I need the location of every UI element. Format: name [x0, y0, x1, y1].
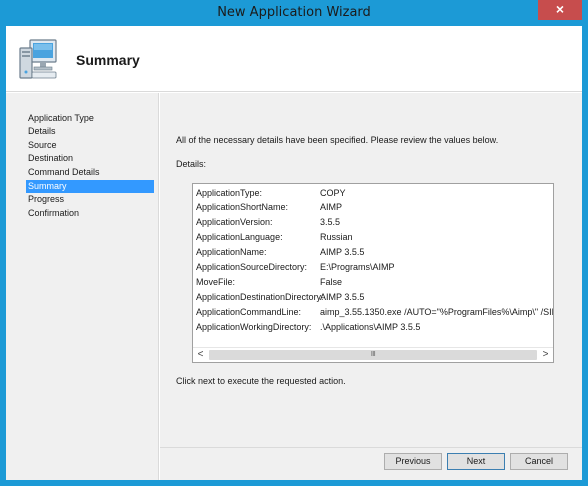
scroll-left-icon[interactable]: < — [193, 348, 208, 362]
detail-key: ApplicationShortName: — [196, 202, 289, 212]
wizard-steps: Application Type Details Source Destinat… — [6, 93, 159, 480]
detail-key: MoveFile: — [196, 277, 236, 287]
close-button[interactable]: × — [538, 0, 582, 20]
detail-value: E:\Programs\AIMP — [320, 262, 395, 272]
detail-key: ApplicationName: — [196, 247, 267, 257]
list-item: ApplicationName: AIMP 3.5.5 — [193, 245, 553, 259]
step-application-type[interactable]: Application Type — [26, 112, 154, 125]
computer-icon — [19, 39, 57, 79]
title-bar[interactable]: New Application Wizard × — [0, 0, 588, 26]
detail-value: AIMP — [320, 202, 343, 212]
next-button[interactable]: Next — [447, 453, 505, 470]
window-title: New Application Wizard — [217, 5, 371, 20]
detail-value: COPY — [320, 188, 346, 198]
horizontal-scrollbar[interactable]: < III > — [193, 347, 553, 362]
previous-button[interactable]: Previous — [384, 453, 442, 470]
detail-key: ApplicationType: — [196, 188, 263, 198]
step-command-details[interactable]: Command Details — [26, 166, 154, 179]
step-destination[interactable]: Destination — [26, 152, 154, 165]
detail-key: ApplicationDestinationDirectory: — [196, 292, 324, 302]
step-details[interactable]: Details — [26, 125, 154, 138]
content-panel: All of the necessary details have been s… — [160, 93, 582, 480]
detail-value: Russian — [320, 232, 353, 242]
list-item: ApplicationVersion: 3.5.5 — [193, 215, 553, 229]
details-label: Details: — [176, 159, 207, 169]
list-item: ApplicationType: COPY — [193, 186, 553, 200]
detail-key: ApplicationLanguage: — [196, 232, 283, 242]
list-item: ApplicationLanguage: Russian — [193, 230, 553, 244]
detail-key: ApplicationSourceDirectory: — [196, 262, 308, 272]
list-item: ApplicationWorkingDirectory: .\Applicati… — [193, 320, 553, 334]
wizard-header: Summary — [6, 26, 582, 92]
step-source[interactable]: Source — [26, 139, 154, 152]
client-area: Summary Application Type Details Source … — [6, 26, 582, 480]
detail-value: .\Applications\AIMP 3.5.5 — [320, 322, 421, 332]
list-item: ApplicationCommandLine: aimp_3.55.1350.e… — [193, 305, 553, 319]
detail-key: ApplicationCommandLine: — [196, 307, 302, 317]
detail-key: ApplicationWorkingDirectory: — [196, 322, 312, 332]
instruction-text: Click next to execute the requested acti… — [176, 376, 346, 386]
cancel-button[interactable]: Cancel — [510, 453, 568, 470]
scroll-thumb[interactable]: III — [209, 350, 537, 360]
divider — [160, 447, 582, 448]
details-list[interactable]: ApplicationType: COPY ApplicationShortNa… — [192, 183, 554, 363]
step-progress[interactable]: Progress — [26, 193, 154, 206]
detail-key: ApplicationVersion: — [196, 217, 273, 227]
step-summary[interactable]: Summary — [26, 180, 154, 193]
intro-text: All of the necessary details have been s… — [176, 135, 499, 145]
wizard-window: New Application Wizard × Summary Applica… — [0, 0, 588, 486]
detail-value: 3.5.5 — [320, 217, 341, 227]
page-title: Summary — [76, 52, 140, 68]
detail-value: AIMP 3.5.5 — [320, 292, 365, 302]
list-item: ApplicationDestinationDirectory: AIMP 3.… — [193, 290, 553, 304]
list-item: ApplicationSourceDirectory: E:\Programs\… — [193, 260, 553, 274]
scroll-right-icon[interactable]: > — [538, 348, 553, 362]
detail-value: False — [320, 277, 343, 287]
detail-value: aimp_3.55.1350.exe /AUTO="%ProgramFiles%… — [320, 307, 554, 317]
list-item: MoveFile: False — [193, 275, 553, 289]
step-confirmation[interactable]: Confirmation — [26, 207, 154, 220]
list-item: ApplicationShortName: AIMP — [193, 200, 553, 214]
detail-value: AIMP 3.5.5 — [320, 247, 365, 257]
